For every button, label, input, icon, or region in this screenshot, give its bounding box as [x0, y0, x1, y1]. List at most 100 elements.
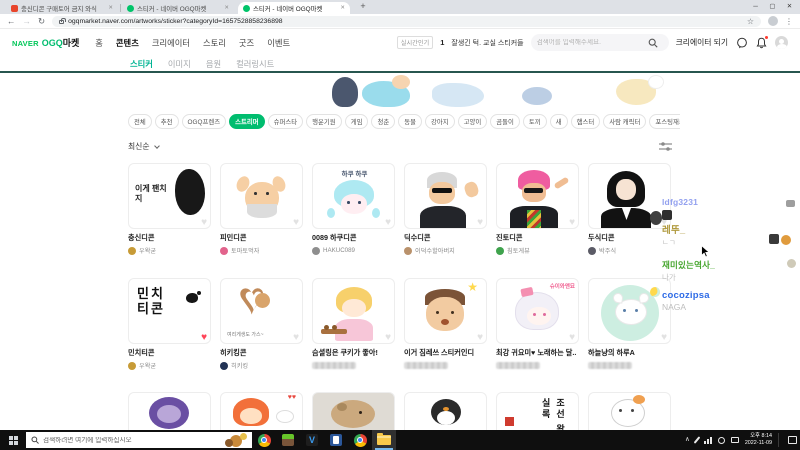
bookmark-star-icon[interactable]: ☆	[747, 17, 754, 26]
become-creator-link[interactable]: 크리에이터 되기	[676, 37, 728, 48]
product-card[interactable]	[588, 392, 671, 430]
view-options-icon[interactable]	[659, 141, 672, 152]
new-tab-button[interactable]: +	[356, 1, 370, 11]
promo-banner[interactable]	[0, 73, 800, 113]
taskbar-search-box[interactable]	[26, 432, 252, 448]
chip-bear[interactable]: 곰돌이	[490, 114, 520, 129]
wishlist-heart-icon[interactable]: ♥	[293, 218, 299, 228]
maximize-button[interactable]: ▢	[764, 0, 781, 14]
menu-creator[interactable]: 크리에이터	[152, 37, 190, 49]
minimize-button[interactable]: ─	[747, 0, 764, 14]
wishlist-heart-icon-liked[interactable]: ♥	[201, 333, 207, 343]
search-icon[interactable]	[648, 38, 658, 48]
site-logo[interactable]: NAVER OGQ마켓	[12, 36, 79, 49]
taskbar-app-minecraft[interactable]	[276, 430, 300, 450]
product-card[interactable]: ♥♥	[220, 392, 303, 430]
wishlist-heart-icon[interactable]: ♥	[385, 218, 391, 228]
address-bar[interactable]: ogqmarket.naver.com/artworks/sticker?cat…	[52, 15, 761, 27]
product-card[interactable]: 이게 팬치지 ♥ 충신디콘 우왁굳	[128, 163, 211, 255]
network-icon[interactable]	[703, 436, 712, 444]
chip-rabbit[interactable]: 토끼	[522, 114, 547, 129]
volume-icon[interactable]	[717, 436, 725, 444]
tab-coloring-sheet[interactable]: 컬러링시트	[236, 58, 274, 70]
wishlist-heart-icon[interactable]: ♥	[201, 218, 207, 228]
product-author[interactable]: 박주식	[588, 246, 671, 255]
chip-ogq-friends[interactable]: OGQ프렌즈	[181, 114, 227, 129]
site-search[interactable]	[530, 34, 669, 51]
wishlist-heart-icon[interactable]: ♥	[477, 218, 483, 228]
chip-superstar[interactable]: 슈퍼스타	[267, 114, 304, 129]
taskbar-app-blue[interactable]	[324, 430, 348, 450]
product-card[interactable]: ♥ 하늘냥의 하루A	[588, 278, 671, 370]
chip-streamer-selected[interactable]: 스트리머	[229, 114, 265, 129]
taskbar-app-chrome[interactable]	[252, 430, 276, 450]
chip-recommend[interactable]: 추천	[154, 114, 179, 129]
notification-bell-icon[interactable]	[755, 36, 768, 49]
product-author[interactable]: 침토게뷰	[496, 246, 579, 255]
chip-cat[interactable]: 고양이	[457, 114, 488, 129]
ticker-text[interactable]: 잘생긴 턱. 교실 스티커들	[451, 38, 523, 48]
chip-youth[interactable]: 청춘	[371, 114, 396, 129]
pen-icon[interactable]	[693, 436, 701, 444]
wishlist-heart-icon[interactable]: ♥	[661, 333, 667, 343]
product-card[interactable]: ♥ 진토디콘 침토게뷰	[496, 163, 579, 255]
menu-story[interactable]: 스토리	[203, 37, 226, 49]
product-card[interactable]: ♥ 딕수디콘 이덕수할아버지	[404, 163, 487, 255]
browser-tab-3-active[interactable]: 스티커 - 네이버 OGQ마켓 ✕	[238, 2, 350, 14]
product-author[interactable]: HAKUC089	[312, 246, 395, 255]
search-input[interactable]	[536, 39, 645, 46]
back-button[interactable]: ←	[7, 17, 16, 26]
product-author[interactable]: 이덕수할아버지	[404, 246, 487, 255]
product-card[interactable]	[404, 392, 487, 430]
browser-profile-avatar[interactable]	[768, 16, 778, 26]
chat-bubble-icon[interactable]	[735, 36, 748, 49]
wishlist-heart-icon[interactable]: ♥	[385, 333, 391, 343]
refresh-button[interactable]: ↻	[38, 17, 45, 26]
taskbar-app-vscode[interactable]: V	[300, 430, 324, 450]
chip-animal[interactable]: 동물	[398, 114, 422, 129]
tab-sticker-active[interactable]: 스티커	[130, 58, 153, 70]
start-button[interactable]	[0, 430, 26, 450]
wishlist-heart-icon[interactable]: ♥	[477, 333, 483, 343]
menu-home[interactable]: 홈	[95, 37, 103, 49]
action-center-icon[interactable]	[788, 436, 797, 444]
product-card[interactable]: 조선 왁조 실록	[496, 392, 579, 430]
browser-tab-1[interactable]: 충신디콘 구매토어 금지 와식 ✕	[6, 2, 118, 14]
product-card[interactable]: ♥ 피민디콘 토마토먹자	[220, 163, 303, 255]
chip-person-character[interactable]: 사람 캐릭터	[603, 114, 647, 129]
product-card[interactable]: 민치티콘 ♥ 민치티콘 우왁굳	[128, 278, 211, 370]
taskbar-clock[interactable]: 오후 8:14 2022-11-09	[745, 433, 772, 448]
product-author[interactable]: 토마토먹자	[220, 246, 303, 255]
tab-close-icon[interactable]: ✕	[108, 5, 113, 11]
close-button[interactable]: ✕	[781, 0, 798, 14]
wishlist-heart-icon[interactable]: ♥	[569, 333, 575, 343]
chip-bird[interactable]: 새	[549, 114, 568, 129]
product-author[interactable]: 우왁굳	[128, 361, 211, 370]
browser-menu-icon[interactable]: ⋮	[785, 17, 793, 26]
wishlist-heart-icon[interactable]: ♥	[293, 333, 299, 343]
taskbar-app-explorer-active[interactable]	[372, 430, 396, 450]
tab-close-icon[interactable]: ✕	[224, 5, 229, 11]
product-card[interactable]: ♥ 슴셜링은 쿠키가 좋아!	[312, 278, 395, 370]
chip-game[interactable]: 게임	[344, 114, 369, 129]
menu-event[interactable]: 이벤트	[267, 37, 290, 49]
chip-luck[interactable]: 행운기원	[306, 114, 342, 129]
sort-dropdown[interactable]: 최신순	[128, 141, 160, 152]
tab-close-icon[interactable]: ✕	[340, 5, 345, 11]
browser-tab-2[interactable]: 스티커 - 네이버 OGQ마켓 ✕	[122, 2, 234, 14]
product-card[interactable]: ★ ♥ 이거 짐레쓰 스티커인디	[404, 278, 487, 370]
product-card[interactable]: ♥ ♥ 여리게생도 가스~ ♥ 히키킹콘 히키킹	[220, 278, 303, 370]
menu-goods[interactable]: 굿즈	[239, 37, 254, 49]
taskbar-app-chrome-2[interactable]	[348, 430, 372, 450]
wishlist-heart-icon[interactable]: ♥	[661, 218, 667, 228]
product-card[interactable]: 하쿠 하쿠 ♥ 0089 하쿠디콘 HAKUC089	[312, 163, 395, 255]
user-avatar[interactable]	[775, 36, 788, 49]
chip-posting[interactable]: 포스팅재료	[649, 114, 680, 129]
taskbar-search-input[interactable]	[43, 436, 183, 444]
product-card[interactable]	[312, 392, 395, 430]
product-card[interactable]	[128, 392, 211, 430]
tab-image[interactable]: 이미지	[168, 58, 191, 70]
chip-dog[interactable]: 강아지	[424, 114, 455, 129]
battery-icon[interactable]	[730, 437, 739, 443]
tab-sound[interactable]: 음원	[206, 58, 221, 70]
